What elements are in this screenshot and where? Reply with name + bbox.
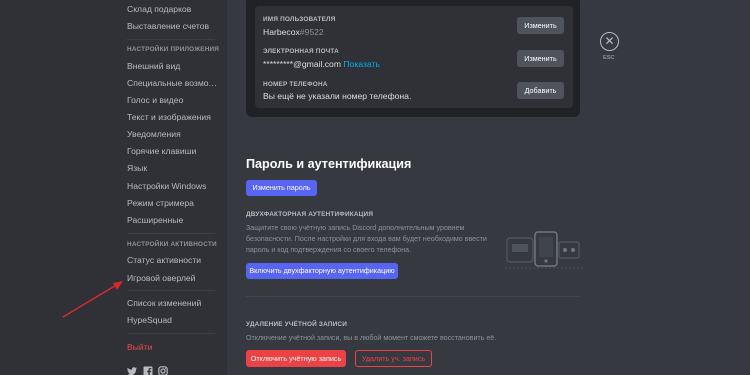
sidebar-item-windows-settings[interactable]: Настройки Windows (121, 178, 221, 194)
delete-account-description: Отключение учётной записи, вы в любой мо… (246, 334, 497, 342)
email-label: ЭЛЕКТРОННАЯ ПОЧТА (263, 48, 339, 55)
twofa-label: ДВУХФАКТОРНАЯ АУТЕНТИФИКАЦИЯ (246, 211, 374, 218)
sidebar-item-advanced[interactable]: Расширенные (121, 212, 221, 228)
sidebar-item-logout[interactable]: Выйти (121, 339, 221, 355)
twofa-illustration-icon (505, 231, 583, 269)
sidebar-item-keybinds[interactable]: Горячие клавиши (121, 143, 221, 159)
disable-account-button[interactable]: Отключить учётную запись (246, 350, 346, 367)
close-icon: ✕ (604, 34, 615, 48)
section-divider (246, 296, 580, 297)
username-label: ИМЯ ПОЛЬЗОВАТЕЛЯ (263, 16, 336, 23)
email-text: *********@gmail.com (263, 59, 341, 69)
annotation-arrow-icon (62, 281, 123, 318)
sidebar-divider (127, 233, 215, 234)
phone-value: Вы ещё не указали номер телефона. (263, 91, 412, 101)
sidebar-item-activity-status[interactable]: Статус активности (121, 252, 221, 268)
sidebar-divider (127, 39, 215, 40)
phone-label: НОМЕР ТЕЛЕФОНА (263, 81, 328, 88)
sidebar-item-billing[interactable]: Выставление счетов (121, 18, 221, 34)
sidebar-item-text-images[interactable]: Текст и изображения (121, 109, 221, 125)
close-settings-button[interactable]: ✕ (600, 32, 619, 51)
sidebar-item-streamer-mode[interactable]: Режим стримера (121, 195, 221, 211)
sidebar-item-notifications[interactable]: Уведомления (121, 126, 221, 142)
username-text: Harbecox (263, 27, 300, 37)
sidebar-item-change-log[interactable]: Список изменений (121, 295, 221, 311)
facebook-icon[interactable] (143, 366, 153, 375)
twitter-icon[interactable] (127, 366, 137, 375)
enable-2fa-button[interactable]: Включить двухфакторную аутентификацию (246, 263, 398, 279)
sidebar-header-app-settings: НАСТРОЙКИ ПРИЛОЖЕНИЯ (127, 46, 220, 53)
edit-email-button[interactable]: Изменить (517, 50, 564, 67)
username-value: Harbecox#9522 (263, 27, 324, 37)
sidebar-divider (127, 290, 215, 291)
sidebar-item-hypesquad[interactable]: HypeSquad (121, 312, 221, 328)
add-phone-button[interactable]: Добавить (517, 82, 564, 99)
email-value: *********@gmail.com Показать (263, 59, 380, 69)
sidebar-item-gift-inventory[interactable]: Склад подарков (121, 1, 221, 17)
password-auth-title: Пароль и аутентификация (246, 157, 412, 171)
instagram-icon[interactable] (158, 366, 168, 375)
sidebar-item-game-overlay[interactable]: Игровой оверлей (121, 270, 221, 286)
username-discriminator: #9522 (299, 27, 324, 37)
sidebar-item-accessibility[interactable]: Специальные возмож... (121, 75, 221, 91)
show-email-link[interactable]: Показать (343, 59, 380, 69)
edit-username-button[interactable]: Изменить (517, 17, 564, 34)
sidebar-item-voice-video[interactable]: Голос и видео (121, 92, 221, 108)
change-password-button[interactable]: Изменить пароль (246, 180, 317, 196)
sidebar-header-activity-settings: НАСТРОЙКИ АКТИВНОСТИ (127, 241, 217, 248)
twofa-description: Защитите свою учётную запись Discord доп… (246, 224, 487, 254)
delete-account-button[interactable]: Удалить уч. запись (355, 350, 432, 367)
delete-account-label: УДАЛЕНИЕ УЧЁТНОЙ ЗАПИСИ (246, 321, 348, 328)
sidebar-divider (127, 333, 215, 334)
sidebar-item-language[interactable]: Язык (121, 160, 221, 176)
sidebar-item-appearance[interactable]: Внешний вид (121, 58, 221, 74)
esc-label: ESC (603, 55, 615, 61)
